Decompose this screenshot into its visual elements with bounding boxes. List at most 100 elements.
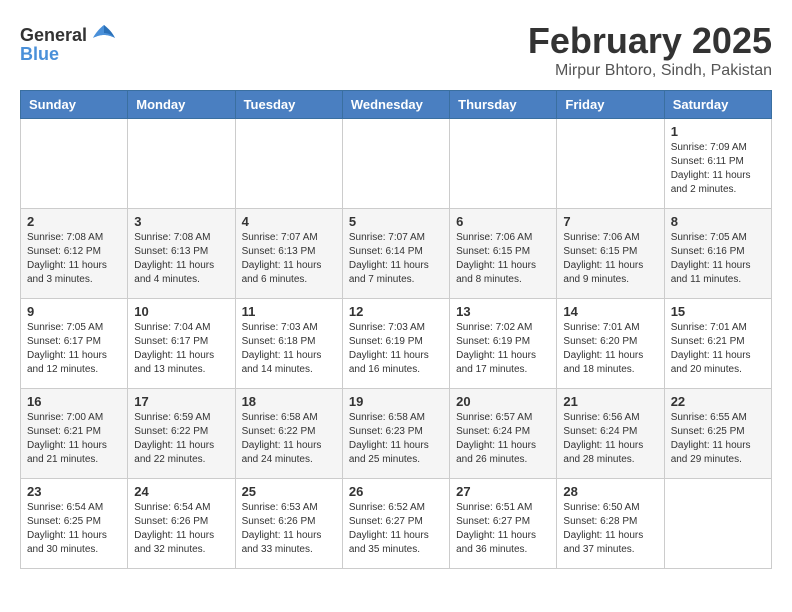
calendar-cell: 11 Sunrise: 7:03 AM Sunset: 6:18 PM Dayli… (235, 299, 342, 389)
day-info: Sunrise: 7:08 AM Sunset: 6:13 PM Dayligh… (134, 231, 228, 287)
day-info: Sunrise: 7:07 AM Sunset: 6:14 PM Dayligh… (349, 231, 443, 287)
logo-icon (89, 20, 119, 50)
calendar-cell: 17 Sunrise: 6:59 AM Sunset: 6:22 PM Dayli… (128, 389, 235, 479)
day-info: Sunrise: 6:54 AM Sunset: 6:26 PM Dayligh… (134, 501, 228, 557)
day-number: 21 (563, 394, 657, 409)
calendar-cell (235, 119, 342, 209)
day-number: 25 (242, 484, 336, 499)
calendar-cell: 2 Sunrise: 7:08 AM Sunset: 6:12 PM Daylig… (21, 209, 128, 299)
day-info: Sunrise: 7:04 AM Sunset: 6:17 PM Dayligh… (134, 321, 228, 377)
day-number: 2 (27, 214, 121, 229)
day-number: 23 (27, 484, 121, 499)
day-number: 3 (134, 214, 228, 229)
calendar-cell: 22 Sunrise: 6:55 AM Sunset: 6:25 PM Dayli… (664, 389, 771, 479)
calendar-cell: 27 Sunrise: 6:51 AM Sunset: 6:27 PM Dayli… (450, 479, 557, 569)
day-number: 6 (456, 214, 550, 229)
day-info: Sunrise: 7:09 AM Sunset: 6:11 PM Dayligh… (671, 141, 765, 197)
calendar-cell: 19Sunrise: 6:58 AM Sunset: 6:23 PM Dayli… (342, 389, 449, 479)
day-info: Sunrise: 6:53 AM Sunset: 6:26 PM Dayligh… (242, 501, 336, 557)
day-info: Sunrise: 6:54 AM Sunset: 6:25 PM Dayligh… (27, 501, 121, 557)
calendar-cell (21, 119, 128, 209)
column-header-saturday: Saturday (664, 91, 771, 119)
day-number: 7 (563, 214, 657, 229)
calendar-cell: 5 Sunrise: 7:07 AM Sunset: 6:14 PM Daylig… (342, 209, 449, 299)
day-info: Sunrise: 7:01 AM Sunset: 6:20 PM Dayligh… (563, 321, 657, 377)
calendar-cell: 9Sunrise: 7:05 AM Sunset: 6:17 PM Daylig… (21, 299, 128, 389)
calendar-cell: 10 Sunrise: 7:04 AM Sunset: 6:17 PM Dayli… (128, 299, 235, 389)
calendar-cell: 23 Sunrise: 6:54 AM Sunset: 6:25 PM Dayli… (21, 479, 128, 569)
day-info: Sunrise: 7:07 AM Sunset: 6:13 PM Dayligh… (242, 231, 336, 287)
day-number: 28 (563, 484, 657, 499)
calendar-cell: 16Sunrise: 7:00 AM Sunset: 6:21 PM Dayli… (21, 389, 128, 479)
calendar-week-4: 16Sunrise: 7:00 AM Sunset: 6:21 PM Dayli… (21, 389, 772, 479)
calendar-cell: 20 Sunrise: 6:57 AM Sunset: 6:24 PM Dayli… (450, 389, 557, 479)
calendar-cell: 24 Sunrise: 6:54 AM Sunset: 6:26 PM Dayli… (128, 479, 235, 569)
calendar-week-1: 1 Sunrise: 7:09 AM Sunset: 6:11 PM Daylig… (21, 119, 772, 209)
calendar-cell: 3 Sunrise: 7:08 AM Sunset: 6:13 PM Daylig… (128, 209, 235, 299)
day-number: 18 (242, 394, 336, 409)
day-number: 10 (134, 304, 228, 319)
day-number: 8 (671, 214, 765, 229)
day-info: Sunrise: 6:52 AM Sunset: 6:27 PM Dayligh… (349, 501, 443, 557)
calendar-cell (128, 119, 235, 209)
day-info: Sunrise: 7:02 AM Sunset: 6:19 PM Dayligh… (456, 321, 550, 377)
day-number: 20 (456, 394, 550, 409)
day-number: 22 (671, 394, 765, 409)
calendar-week-2: 2 Sunrise: 7:08 AM Sunset: 6:12 PM Daylig… (21, 209, 772, 299)
day-number: 13 (456, 304, 550, 319)
day-info: Sunrise: 7:08 AM Sunset: 6:12 PM Dayligh… (27, 231, 121, 287)
day-info: Sunrise: 6:55 AM Sunset: 6:25 PM Dayligh… (671, 411, 765, 467)
calendar-cell: 7 Sunrise: 7:06 AM Sunset: 6:15 PM Daylig… (557, 209, 664, 299)
calendar-cell: 8 Sunrise: 7:05 AM Sunset: 6:16 PM Daylig… (664, 209, 771, 299)
subtitle: Mirpur Bhtoro, Sindh, Pakistan (528, 62, 772, 80)
day-info: Sunrise: 6:57 AM Sunset: 6:24 PM Dayligh… (456, 411, 550, 467)
column-header-thursday: Thursday (450, 91, 557, 119)
column-header-friday: Friday (557, 91, 664, 119)
calendar-week-3: 9Sunrise: 7:05 AM Sunset: 6:17 PM Daylig… (21, 299, 772, 389)
day-number: 5 (349, 214, 443, 229)
day-number: 17 (134, 394, 228, 409)
calendar-cell: 1 Sunrise: 7:09 AM Sunset: 6:11 PM Daylig… (664, 119, 771, 209)
day-info: Sunrise: 7:00 AM Sunset: 6:21 PM Dayligh… (27, 411, 121, 467)
day-info: Sunrise: 7:01 AM Sunset: 6:21 PM Dayligh… (671, 321, 765, 377)
calendar-cell: 4 Sunrise: 7:07 AM Sunset: 6:13 PM Daylig… (235, 209, 342, 299)
day-number: 11 (242, 304, 336, 319)
day-info: Sunrise: 7:05 AM Sunset: 6:17 PM Dayligh… (27, 321, 121, 377)
calendar-cell (664, 479, 771, 569)
calendar-cell: 26 Sunrise: 6:52 AM Sunset: 6:27 PM Dayli… (342, 479, 449, 569)
calendar-cell: 28Sunrise: 6:50 AM Sunset: 6:28 PM Dayli… (557, 479, 664, 569)
column-header-monday: Monday (128, 91, 235, 119)
day-info: Sunrise: 6:56 AM Sunset: 6:24 PM Dayligh… (563, 411, 657, 467)
title-area: February 2025 Mirpur Bhtoro, Sindh, Paki… (528, 20, 772, 80)
day-info: Sunrise: 6:59 AM Sunset: 6:22 PM Dayligh… (134, 411, 228, 467)
day-info: Sunrise: 7:03 AM Sunset: 6:18 PM Dayligh… (242, 321, 336, 377)
day-number: 26 (349, 484, 443, 499)
main-title: February 2025 (528, 20, 772, 62)
day-info: Sunrise: 6:58 AM Sunset: 6:23 PM Dayligh… (349, 411, 443, 467)
calendar-week-5: 23 Sunrise: 6:54 AM Sunset: 6:25 PM Dayli… (21, 479, 772, 569)
day-number: 27 (456, 484, 550, 499)
calendar-cell: 6 Sunrise: 7:06 AM Sunset: 6:15 PM Daylig… (450, 209, 557, 299)
day-info: Sunrise: 6:51 AM Sunset: 6:27 PM Dayligh… (456, 501, 550, 557)
day-number: 24 (134, 484, 228, 499)
calendar-cell: 12Sunrise: 7:03 AM Sunset: 6:19 PM Dayli… (342, 299, 449, 389)
logo-text-general: General (20, 25, 87, 46)
day-info: Sunrise: 7:06 AM Sunset: 6:15 PM Dayligh… (456, 231, 550, 287)
column-header-tuesday: Tuesday (235, 91, 342, 119)
day-number: 1 (671, 124, 765, 139)
calendar-cell (342, 119, 449, 209)
calendar-cell: 14 Sunrise: 7:01 AM Sunset: 6:20 PM Dayli… (557, 299, 664, 389)
day-info: Sunrise: 7:05 AM Sunset: 6:16 PM Dayligh… (671, 231, 765, 287)
calendar-cell: 13 Sunrise: 7:02 AM Sunset: 6:19 PM Dayli… (450, 299, 557, 389)
day-number: 14 (563, 304, 657, 319)
logo: General Blue (20, 20, 119, 65)
calendar-cell (450, 119, 557, 209)
day-info: Sunrise: 7:06 AM Sunset: 6:15 PM Dayligh… (563, 231, 657, 287)
day-number: 15 (671, 304, 765, 319)
day-number: 4 (242, 214, 336, 229)
day-info: Sunrise: 7:03 AM Sunset: 6:19 PM Dayligh… (349, 321, 443, 377)
calendar: SundayMondayTuesdayWednesdayThursdayFrid… (20, 90, 772, 569)
column-header-sunday: Sunday (21, 91, 128, 119)
calendar-cell: 21 Sunrise: 6:56 AM Sunset: 6:24 PM Dayli… (557, 389, 664, 479)
column-header-wednesday: Wednesday (342, 91, 449, 119)
